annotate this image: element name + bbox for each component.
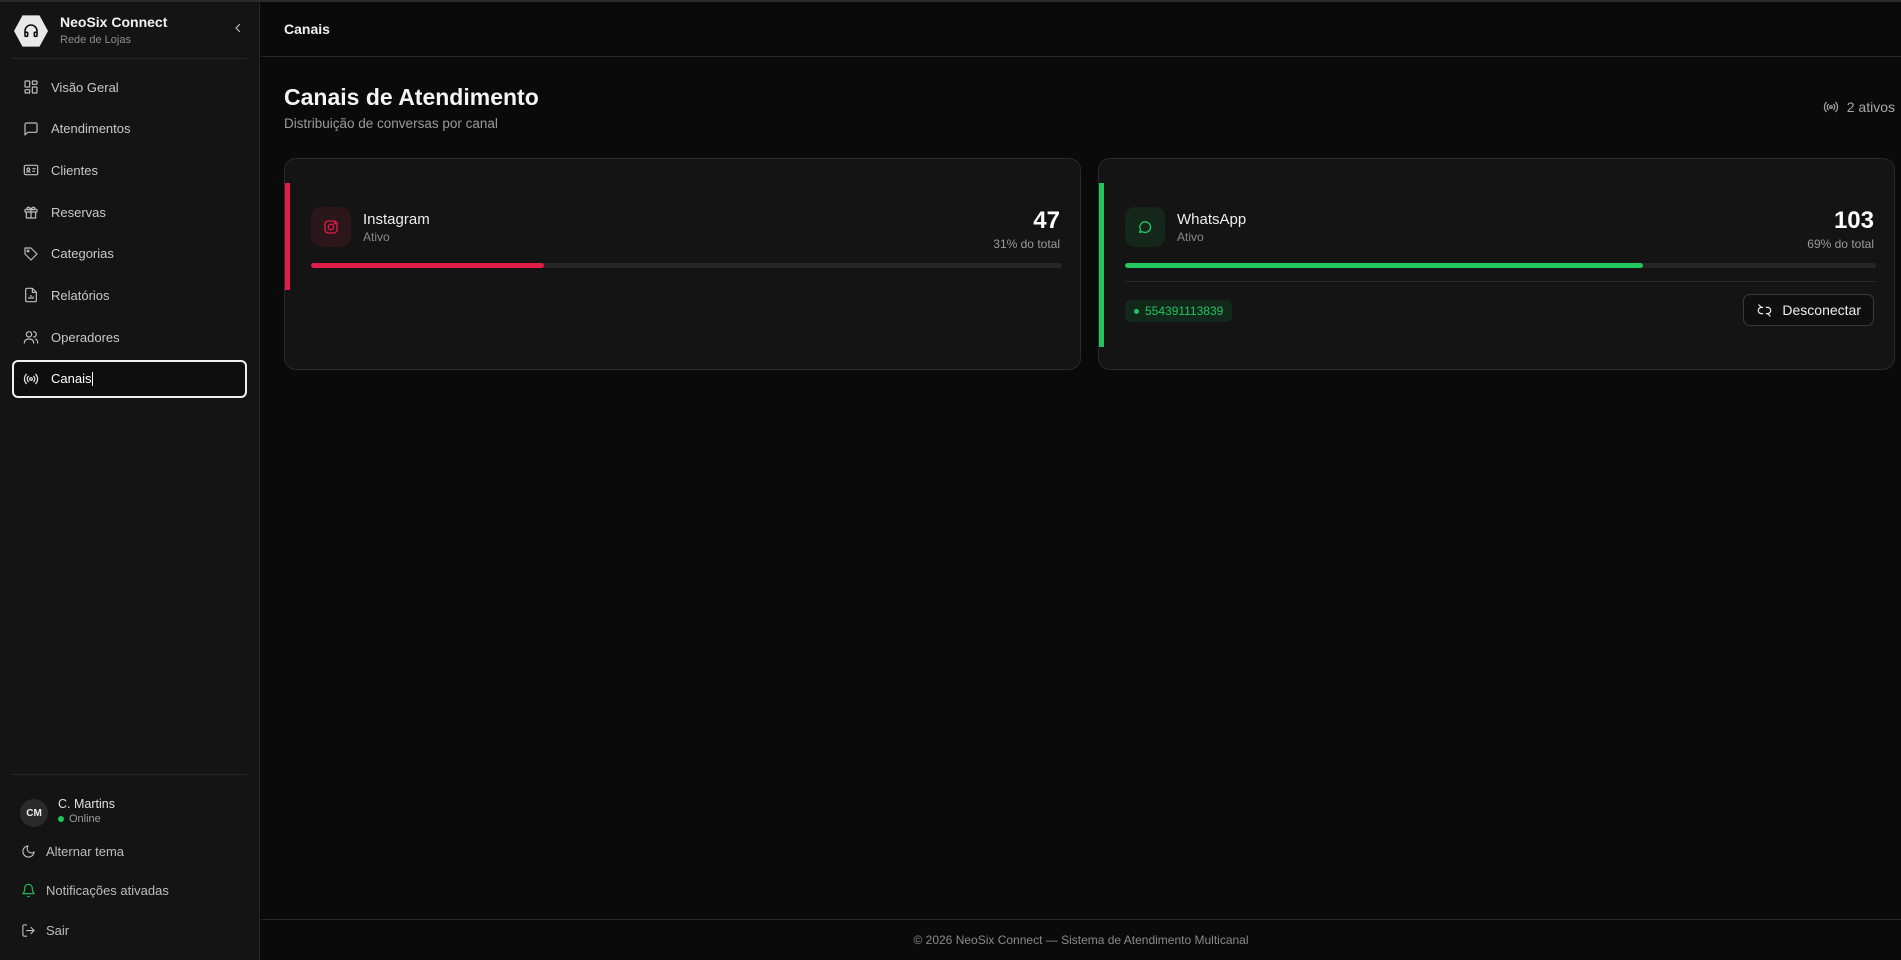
toggle-theme-label: Alternar tema xyxy=(46,843,125,859)
active-count-label: 2 ativos xyxy=(1846,99,1895,115)
page-title: Canais de Atendimento xyxy=(284,84,539,110)
phone-number: 554391113839 xyxy=(1145,304,1224,318)
sidebar-nav: Visão Geral Atendimentos Clientes Reserv… xyxy=(12,68,247,402)
sidebar-item-label: Canais xyxy=(51,371,92,387)
headset-icon xyxy=(14,15,48,47)
notifications-label: Notificações ativadas xyxy=(46,882,169,898)
sidebar-item-label: Operadores xyxy=(51,329,120,345)
channel-share-progress-fill xyxy=(311,263,544,268)
user-name: C. Martins xyxy=(58,797,115,811)
page-subtitle: Distribuição de conversas por canal xyxy=(284,116,498,131)
sidebar: NeoSix Connect Rede de Lojas Visão Geral… xyxy=(0,2,260,960)
disconnect-button[interactable]: Desconectar xyxy=(1743,294,1874,326)
moon-icon xyxy=(20,843,36,859)
user-status-label: Online xyxy=(69,813,101,825)
page-footer: © 2026 NeoSix Connect — Sistema de Atend… xyxy=(261,919,1901,960)
online-dot xyxy=(58,816,64,822)
message-square-icon xyxy=(23,121,39,137)
channel-conversation-count: 47 xyxy=(1033,207,1060,234)
tag-icon xyxy=(23,246,39,262)
avatar: CM xyxy=(20,799,48,827)
card-divider xyxy=(1125,281,1876,282)
sidebar-item-operadores[interactable]: Operadores xyxy=(12,318,247,356)
layout-grid-icon xyxy=(23,79,39,95)
radio-icon xyxy=(1823,99,1839,115)
sidebar-footer-divider xyxy=(12,774,247,775)
connected-dot xyxy=(1134,308,1139,314)
sidebar-divider xyxy=(12,58,247,59)
breadcrumb: Canais xyxy=(284,21,330,37)
sidebar-item-categorias[interactable]: Categorias xyxy=(12,235,247,273)
channel-status: Ativo xyxy=(1177,230,1204,244)
sidebar-item-label: Clientes xyxy=(51,162,98,178)
channel-status: Ativo xyxy=(363,230,390,244)
channel-name: Instagram xyxy=(363,211,430,228)
user-status: Online xyxy=(58,813,101,825)
logout-label: Sair xyxy=(46,922,70,938)
file-chart-icon xyxy=(23,287,39,303)
instagram-icon xyxy=(311,207,351,247)
logout-icon xyxy=(20,922,36,938)
channel-share-label: 69% do total xyxy=(1807,237,1874,251)
text-caret xyxy=(92,371,94,386)
sidebar-item-reservas[interactable]: Reservas xyxy=(12,193,247,231)
sidebar-item-atendimentos[interactable]: Atendimentos xyxy=(12,110,247,148)
channel-card-instagram: Instagram Ativo 47 31% do total xyxy=(284,158,1081,370)
chevron-left-icon xyxy=(232,21,244,39)
notifications-toggle-button[interactable]: Notificações ativadas xyxy=(20,879,250,901)
channel-name: WhatsApp xyxy=(1177,211,1247,228)
disconnect-label: Desconectar xyxy=(1782,302,1861,318)
sidebar-item-label: Visão Geral xyxy=(51,79,119,95)
whatsapp-icon xyxy=(1125,207,1165,247)
phone-number-badge: 554391113839 xyxy=(1125,300,1233,322)
logout-button[interactable]: Sair xyxy=(20,919,250,941)
sidebar-item-label: Categorias xyxy=(51,246,114,262)
channel-conversation-count: 103 xyxy=(1833,207,1874,234)
active-channels-count: 2 ativos xyxy=(1823,99,1895,115)
id-card-icon xyxy=(23,162,39,178)
sidebar-item-label: Relatórios xyxy=(51,287,110,303)
sidebar-item-label: Atendimentos xyxy=(51,121,131,137)
sidebar-item-visao-geral[interactable]: Visão Geral xyxy=(12,68,247,106)
radio-icon xyxy=(23,371,39,387)
sidebar-item-relatorios[interactable]: Relatórios xyxy=(12,276,247,314)
bell-icon xyxy=(20,882,36,898)
collapse-sidebar-button[interactable] xyxy=(228,20,248,40)
users-icon xyxy=(23,329,39,345)
brand-subtitle: Rede de Lojas xyxy=(60,34,131,46)
unlink-icon xyxy=(1756,302,1772,318)
channel-share-progress xyxy=(1125,263,1876,268)
channel-share-progress-fill xyxy=(1125,263,1644,268)
channel-accent-bar xyxy=(1099,183,1104,347)
top-header: Canais xyxy=(261,2,1901,57)
brand: NeoSix Connect Rede de Lojas xyxy=(14,12,248,48)
channel-card-whatsapp: WhatsApp Ativo 103 69% do total 55439111… xyxy=(1098,158,1895,370)
gift-icon xyxy=(23,204,39,220)
sidebar-item-label: Reservas xyxy=(51,204,106,220)
footer-copyright: © 2026 NeoSix Connect — Sistema de Atend… xyxy=(913,933,1249,947)
sidebar-item-clientes[interactable]: Clientes xyxy=(12,151,247,189)
channel-share-label: 31% do total xyxy=(993,237,1060,251)
toggle-theme-button[interactable]: Alternar tema xyxy=(20,840,250,862)
user-profile[interactable]: CM C. Martins Online xyxy=(20,797,250,831)
sidebar-item-canais[interactable]: Canais xyxy=(12,359,247,398)
channel-accent-bar xyxy=(285,183,290,290)
channel-share-progress xyxy=(311,263,1062,268)
brand-title: NeoSix Connect xyxy=(60,14,168,30)
